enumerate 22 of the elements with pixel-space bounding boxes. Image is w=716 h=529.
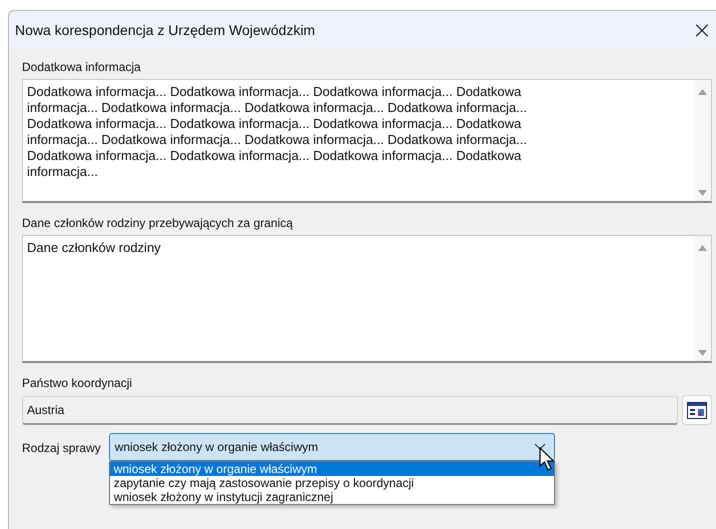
field-label: Dodatkowa informacja: [22, 60, 142, 74]
scroll-down-icon[interactable]: [698, 350, 707, 356]
picker-button[interactable]: [682, 395, 712, 425]
text-area[interactable]: Dane członków rodziny: [22, 235, 712, 363]
field-label: Państwo koordynacji: [22, 376, 134, 390]
close-button[interactable]: ×: [682, 18, 716, 42]
field-label: Rodzaj sprawy: [22, 441, 101, 455]
scrollbar[interactable]: [694, 80, 711, 201]
text-area[interactable]: Dodatkowa informacja... Dodatkowa informacja... Dodatkowa informacja... Dodatkowa informacja... Dodatkowa informacja... Dodatkowa informacja... Dodatkowa informacja... Dodatkowa informacja... Dodatkowa informacja... Dodatkowa informacja... Dodatkowa informacja... Dodatkowa informacja... Dodatkowa informacja... Dodatkowa informacja... Dodatkowa informacja... Dodatkowa informacja... Dodatkowa informacja... Dodatkowa informacja...: [22, 79, 712, 203]
chevron-down-icon: [534, 443, 546, 451]
case-type-dropdown[interactable]: wniosek złożony w organie właściwym: [108, 433, 555, 461]
dropdown-option[interactable]: wniosek złożony w organie właściwym: [110, 462, 554, 476]
window-title: Nowa korespondencja z Urzędem Wojewódzkim: [15, 22, 316, 38]
country-field[interactable]: Austria: [22, 396, 678, 424]
field-label: Dane członków rodziny przebywających za granicą: [22, 216, 294, 230]
scroll-down-icon[interactable]: [698, 190, 707, 196]
table-icon: [687, 402, 707, 418]
scrollbar[interactable]: [694, 236, 711, 361]
dropdown-option[interactable]: zapytanie czy mają zastosowanie przepisy o koordynacji: [110, 476, 554, 490]
scroll-up-icon[interactable]: [698, 89, 707, 95]
dropdown-option[interactable]: wniosek złożony w instytucji zagranicznej: [110, 490, 554, 504]
scroll-up-icon[interactable]: [698, 245, 707, 251]
